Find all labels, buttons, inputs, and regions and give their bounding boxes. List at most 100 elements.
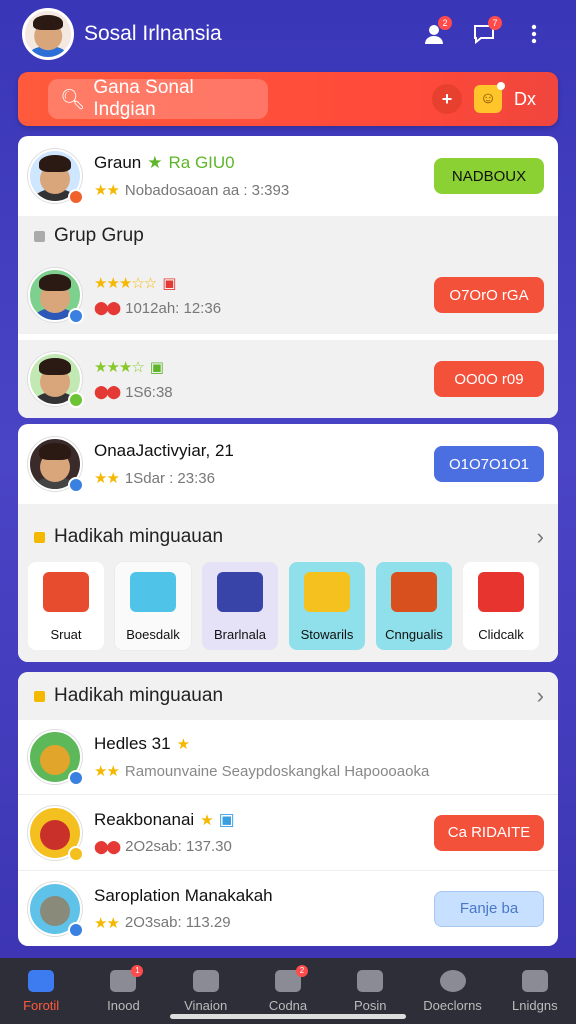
rating-stars-icon: ★★★☆☆ xyxy=(94,274,157,292)
item-meta: 1Sdar : 23:36 xyxy=(124,469,215,487)
friends-badge: 2 xyxy=(438,16,452,30)
action-button[interactable]: OO0O r09 xyxy=(434,361,544,397)
gift-icon: ▣ xyxy=(162,274,177,292)
item-meta: Nobadosaoan aa : 3:393 xyxy=(124,181,290,199)
friends-list-card: Hadikah minguauan › Hedles 31 ★ ★★ Ramou… xyxy=(18,672,558,946)
search-bar: 🔍︎ Gana Sonal Indgian + ☺ Dx xyxy=(18,72,558,126)
action-button[interactable]: Fanje ba xyxy=(434,890,544,927)
record-icon: ⬤⬤ xyxy=(94,384,121,399)
gift-item[interactable]: Cnngualis xyxy=(376,562,452,650)
nav-item-codna[interactable]: 2 Codna xyxy=(252,964,324,1013)
list-item[interactable]: Hedles 31 ★ ★★ Ramounvaine Seaypdoskangk… xyxy=(18,720,558,794)
nav-item-feed[interactable]: 1 Inood xyxy=(87,964,159,1013)
list-item[interactable]: Reakbonanai ★ ▣ ⬤⬤ 2O2sab: 137.30 Ca RID… xyxy=(18,794,558,870)
item-meta: Ramounvaine Seaypdoskangkal Hapoooaoka xyxy=(124,762,430,780)
badge-icon: ▣ xyxy=(149,358,164,376)
dx-label[interactable]: Dx xyxy=(514,89,536,110)
profile-avatar[interactable] xyxy=(22,8,74,60)
square-icon xyxy=(34,531,45,543)
item-meta: 2O2sab: 137.30 xyxy=(125,838,232,855)
item-name: Graun xyxy=(94,153,142,172)
item-name: Hedles 31 xyxy=(94,734,171,753)
home-indicator xyxy=(170,1014,406,1019)
emoji-icon[interactable]: ☺ xyxy=(474,82,505,113)
action-button[interactable]: O1O7O1O1 xyxy=(434,446,544,482)
badge-icon: ▣ xyxy=(218,810,235,829)
list-item[interactable]: Saroplation Manakakah ★★ 2O3sab: 113.29 … xyxy=(18,870,558,946)
record-icon: ⬤⬤ xyxy=(94,300,121,315)
gift-item[interactable]: Stowarils xyxy=(289,562,365,650)
person-icon xyxy=(192,969,219,992)
nav-label: Codna xyxy=(268,997,308,1013)
friends-icon[interactable]: 2 xyxy=(414,14,454,54)
search-placeholder: Gana Sonal Indgian xyxy=(93,77,194,120)
section-title: Grup Grup xyxy=(54,225,144,246)
chevron-right-icon[interactable]: › xyxy=(537,524,544,550)
search-input[interactable]: 🔍︎ Gana Sonal Indgian xyxy=(48,77,268,120)
record-icon: ⬤⬤ xyxy=(94,838,121,854)
action-button[interactable]: NADBOUX xyxy=(434,158,544,194)
gift-item[interactable]: Brarlnala xyxy=(202,562,278,650)
gift-label: Clidcalk xyxy=(478,627,524,642)
clock-icon xyxy=(439,969,466,992)
item-name: OnaaJactivyiar, 21 xyxy=(94,441,234,460)
rating-stars-icon: ★★ xyxy=(94,182,120,199)
square-icon xyxy=(34,230,45,242)
list-item[interactable]: Graun ★ Ra GIU0 ★★ Nobadosaoan aa : 3:39… xyxy=(18,136,558,216)
list-item[interactable]: OnaaJactivyiar, 21 ★★ 1Sdar : 23:36 O1O7… xyxy=(18,424,558,504)
chat-icon[interactable]: 7 xyxy=(464,14,504,54)
home-icon xyxy=(28,969,55,992)
gift-list: Sruat Boesdalk Brarlnala Stowarils Cnngu… xyxy=(28,562,558,650)
nav-badge: 1 xyxy=(131,964,144,977)
gift-label: Boesdalk xyxy=(126,627,180,642)
nav-item-vision[interactable]: Vinaion xyxy=(170,969,242,1013)
add-icon[interactable]: + xyxy=(432,84,462,114)
nav-label: Lnidgns xyxy=(512,997,558,1013)
nav-label: Inood xyxy=(107,997,140,1013)
action-button[interactable]: Ca RIDAITE xyxy=(434,814,544,851)
list-item[interactable]: ★★★☆☆ ▣ ⬤⬤ 1012ah: 12:36 O7OrO rGA xyxy=(18,256,558,334)
nav-label: Forotil xyxy=(23,997,60,1013)
name-tag: Ra GIU0 xyxy=(168,153,235,172)
nav-item-posin[interactable]: Posin xyxy=(334,969,406,1013)
search-icon: 🔍︎ xyxy=(60,88,86,111)
square-icon xyxy=(34,690,45,702)
rating-stars-icon: ★★★☆ xyxy=(94,358,145,376)
star-icon: ★ xyxy=(176,736,190,753)
rewards-card: OnaaJactivyiar, 21 ★★ 1Sdar : 23:36 O1O7… xyxy=(18,424,558,662)
gift-label: Sruat xyxy=(50,627,82,642)
item-meta: 1S6:38 xyxy=(125,383,173,401)
nav-label: Vinaion xyxy=(184,997,228,1013)
section-header: Grup Grup xyxy=(18,216,558,256)
nav-item-doeclorns[interactable]: Doeclorns xyxy=(417,969,489,1013)
more-menu-icon[interactable] xyxy=(514,14,554,54)
section-title: Hadikah minguauan xyxy=(54,685,224,706)
nav-badge: 2 xyxy=(295,964,308,977)
gift-item[interactable]: Sruat xyxy=(28,562,104,650)
post-icon xyxy=(357,969,384,992)
section-header[interactable]: Hadikah minguauan › xyxy=(18,672,558,720)
app-title: Sosal Irlnansia xyxy=(84,22,222,45)
star-icon: ★ xyxy=(147,153,163,172)
gift-item[interactable]: Clidcalk xyxy=(463,562,539,650)
group-card: Graun ★ Ra GIU0 ★★ Nobadosaoan aa : 3:39… xyxy=(18,136,558,418)
item-meta: 1012ah: 12:36 xyxy=(125,299,222,317)
nav-label: Posin xyxy=(354,997,387,1013)
gift-label: Brarlnala xyxy=(213,627,267,642)
item-name: Saroplation Manakakah xyxy=(94,885,273,905)
profile-icon xyxy=(521,969,548,992)
action-button[interactable]: O7OrO rGA xyxy=(434,277,544,313)
list-item[interactable]: ★★★☆ ▣ ⬤⬤ 1S6:38 OO0O r09 xyxy=(18,340,558,418)
rating-stars-icon: ★★ xyxy=(94,914,120,932)
nav-item-home[interactable]: Forotil xyxy=(5,969,77,1013)
item-name: Reakbonanai xyxy=(94,810,195,829)
top-bar: Sosal Irlnansia 2 7 xyxy=(0,0,576,68)
gift-item[interactable]: Boesdalk xyxy=(115,562,191,650)
chat-badge: 7 xyxy=(488,16,502,30)
gift-label: Stowarils xyxy=(300,627,354,642)
star-icon: ★ xyxy=(200,812,213,829)
nav-label: Doeclorns xyxy=(423,997,482,1013)
chevron-right-icon[interactable]: › xyxy=(537,683,544,709)
section-title: Hadikah minguauan xyxy=(54,526,224,547)
nav-item-lnidgns[interactable]: Lnidgns xyxy=(499,969,571,1013)
